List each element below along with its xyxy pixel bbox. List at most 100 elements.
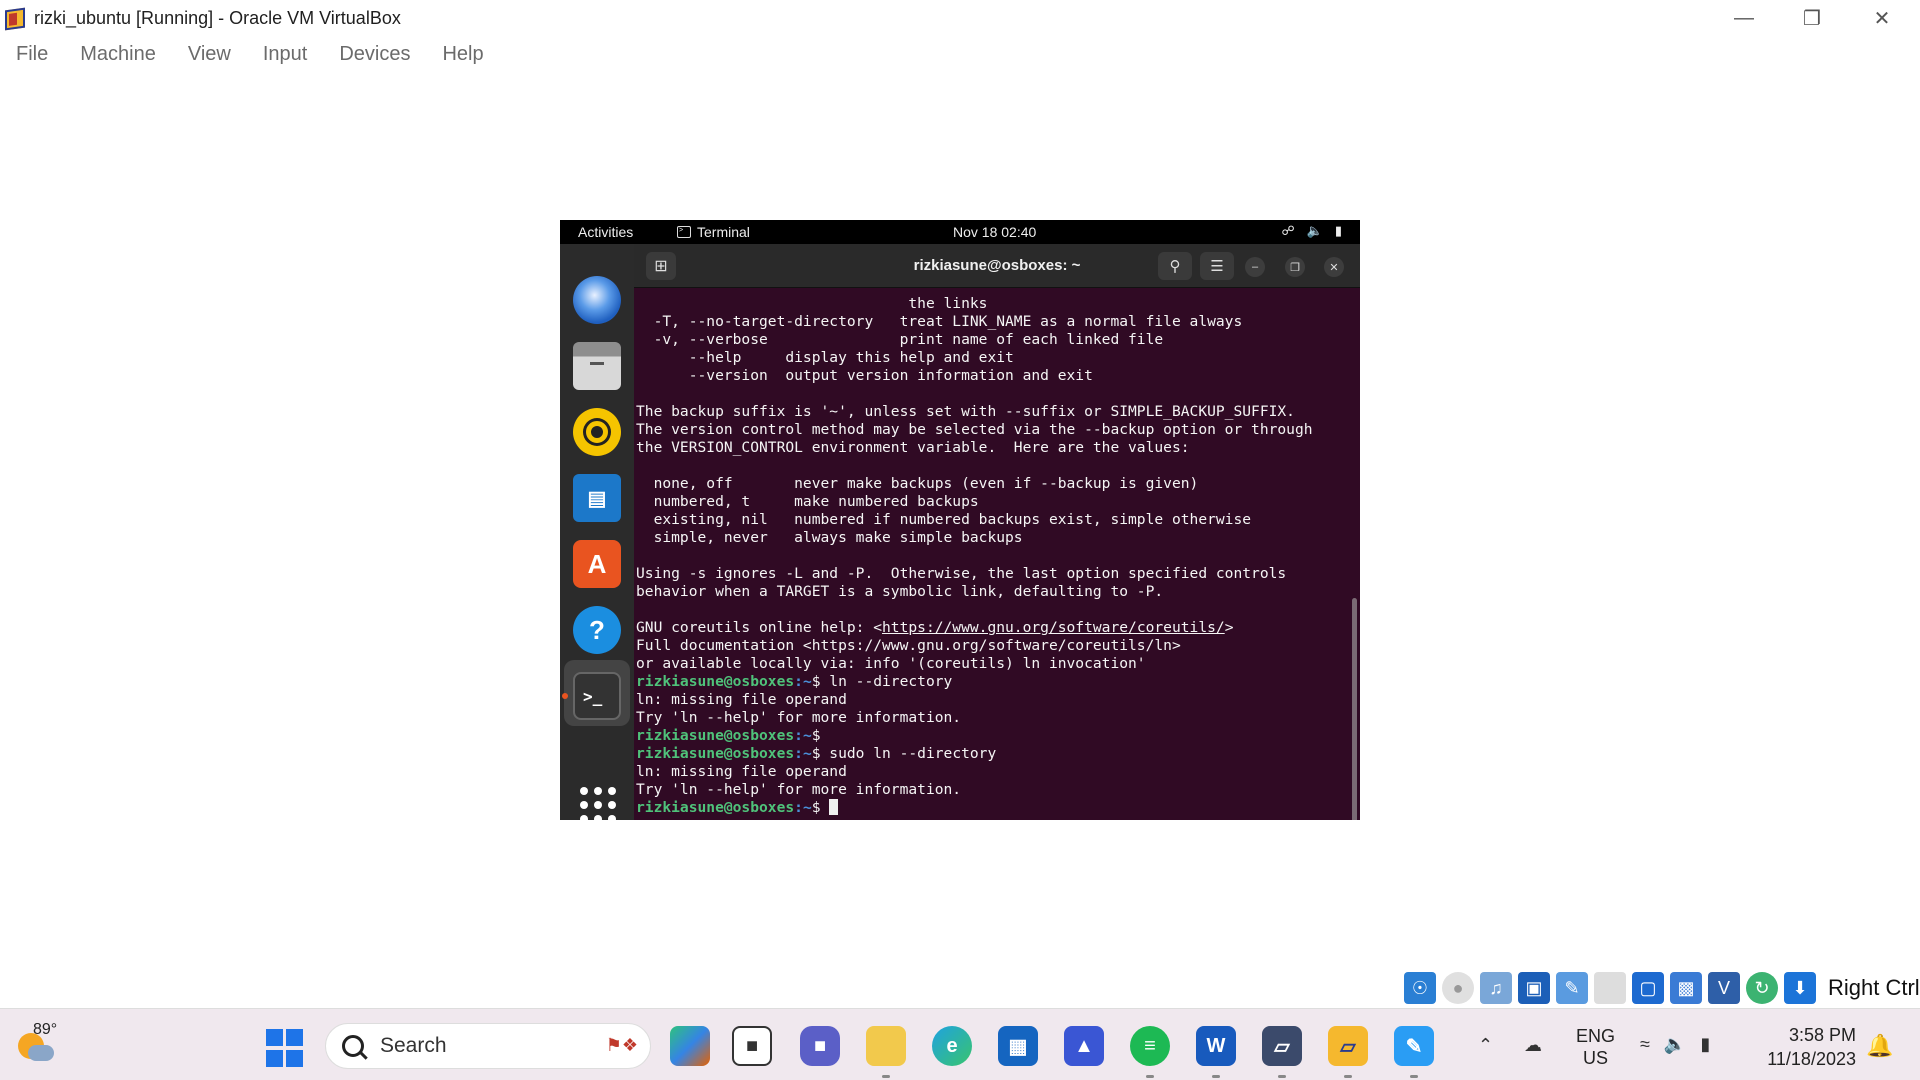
vm-display[interactable]: Activities > Terminal Nov 18 02:40 ☍ 🔈 ▮… [560,220,1360,820]
display-status-icon[interactable]: ▢ [1632,972,1664,1004]
terminal-output[interactable]: the links -T, --no-target-directory trea… [634,288,1360,820]
prompt-user: rizkiasune@osboxes [636,727,795,744]
window-title: rizki_ubuntu [Running] - Oracle VM Virtu… [34,7,401,28]
weather-temperature[interactable]: 89° [33,1021,57,1039]
topbar-app-menu[interactable]: > Terminal [677,224,750,240]
show-apps-grid-icon[interactable] [580,787,616,820]
search-icon[interactable]: ⚲ [1158,252,1192,280]
vbox-status-bar: ☉ ● ♫ ▣ ✎ ▢ ▩ V ↻ ⬇ Right Ctrl [1404,970,1920,1006]
terminal-line: GNU coreutils online help: <https://www.… [636,619,1360,637]
audio-status-icon[interactable]: ♫ [1480,972,1512,1004]
hard-disk-status-icon[interactable]: ☉ [1404,972,1436,1004]
menu-help[interactable]: Help [442,43,483,66]
menu-view[interactable]: View [188,43,231,66]
terminal-text: Try 'ln --help' for more information. [636,781,962,798]
guest-clock[interactable]: Nov 18 02:40 [953,224,1036,240]
system-tray[interactable]: ≈ 🔈 ▮ [1640,1034,1710,1055]
help-icon[interactable]: ? [573,606,621,654]
taskbar-search-box[interactable]: Search ⚑❖ [325,1023,651,1069]
clock-time: 3:58 PM [1788,1025,1856,1045]
word-running-indicator [1212,1075,1220,1078]
terminal-text: or available locally via: info '(coreuti… [636,655,1146,672]
activities-button[interactable]: Activities [578,224,633,240]
terminal-maximize-icon[interactable]: ❐ [1285,257,1305,277]
terminal-line: rizkiasune@osboxes:~$ ln --directory [636,673,1360,691]
terminal-close-icon[interactable]: ✕ [1324,257,1344,277]
terminal-text: simple, never always make simple backups [636,529,1023,546]
terminal-line: Using -s ignores -L and -P. Otherwise, t… [636,565,1360,583]
word-icon[interactable]: W [1196,1026,1236,1066]
terminal-icon[interactable]: >_ [573,672,621,720]
virtualbox-manager-icon[interactable]: ▱ [1262,1026,1302,1066]
taskbar-clock[interactable]: 3:58 PM 11/18/2023 [1760,1023,1856,1071]
keyboard-capture-status-icon[interactable]: ⬇ [1784,972,1816,1004]
network-icon: ☍ [1281,223,1295,238]
search-highlight-icon: ⚑❖ [605,1035,638,1055]
terminal-line: existing, nil numbered if numbered backu… [636,511,1360,529]
prompt-command: $ sudo ln --directory [811,745,997,762]
terminal-line: or available locally via: info '(coreuti… [636,655,1360,673]
terminal-mini-icon: > [677,226,691,238]
terminal-text: Try 'ln --help' for more information. [636,709,962,726]
virtualbox-logo-icon [4,6,28,31]
notification-bell-icon[interactable]: 🔔 [1866,1033,1893,1059]
libreoffice-writer-icon[interactable]: ▤ [573,474,621,522]
usb-status-icon[interactable]: ✎ [1556,972,1588,1004]
wifi-icon: ≈ [1640,1034,1650,1054]
virtualbox-vm-icon[interactable]: ▱ [1328,1026,1368,1066]
task-view-icon[interactable]: ■ [732,1026,772,1066]
azure-data-icon[interactable]: ▲ [1064,1026,1104,1066]
windows-taskbar: 89° Search ⚑❖ ■ ■ e ▦ ▲ ≡ W ▱ ▱ ✎ ⌃ ☁ EN… [0,1008,1920,1080]
prompt-path: :~ [794,673,812,690]
terminal-line: ln: missing file operand [636,763,1360,781]
terminal-text: > [1224,619,1234,636]
terminal-text: the VERSION_CONTROL environment variable… [636,439,1190,456]
terminal-link[interactable]: https://www.gnu.org/software/coreutils/ [882,619,1225,636]
microsoft-store-icon[interactable]: ▦ [998,1026,1038,1066]
mouse-integration-status-icon[interactable]: ↻ [1746,972,1778,1004]
thunderbird-icon[interactable] [573,276,621,324]
rhythmbox-icon[interactable] [573,408,621,456]
terminal-line: behavior when a TARGET is a symbolic lin… [636,583,1360,601]
menu-devices[interactable]: Devices [339,43,410,66]
terminal-text: --help display this help and exit [636,349,1014,366]
minimize-icon[interactable]: — [1710,0,1778,36]
battery-icon: ▮ [1334,223,1342,238]
terminal-text: existing, nil numbered if numbered backu… [636,511,1252,528]
terminal-minimize-icon[interactable]: – [1245,257,1265,277]
copilot-icon[interactable] [670,1026,710,1066]
restore-icon[interactable]: ❐ [1778,0,1846,36]
software-center-icon[interactable]: A [573,540,621,588]
vt-x-status-icon[interactable]: V [1708,972,1740,1004]
prompt-user: rizkiasune@osboxes [636,673,795,690]
terminal-text: Full documentation <https://www.gnu.org/… [636,637,1181,654]
shared-folders-status-icon[interactable] [1594,972,1626,1004]
guest-system-menu[interactable]: ☍ 🔈 ▮ [1281,223,1342,239]
spotify-icon[interactable]: ≡ [1130,1026,1170,1066]
paint-icon[interactable]: ✎ [1394,1026,1434,1066]
menu-file[interactable]: File [16,43,48,66]
file-explorer-icon[interactable] [866,1026,906,1066]
terminal-header-bar: ⊞ rizkiasune@osboxes: ~ ⚲ ☰ – ❐ ✕ [634,244,1360,288]
terminal-scrollbar[interactable] [1352,598,1357,820]
hamburger-menu-icon[interactable]: ☰ [1200,252,1234,280]
terminal-line: --help display this help and exit [636,349,1360,367]
start-button[interactable] [266,1029,304,1067]
menu-input[interactable]: Input [263,43,307,66]
prompt-command: $ ln --directory [811,673,953,690]
files-icon[interactable] [573,342,621,390]
chevron-up-icon[interactable]: ⌃ [1478,1035,1493,1056]
language-indicator[interactable]: ENG US [1576,1025,1615,1069]
chat-icon[interactable]: ■ [800,1026,840,1066]
clock-date: 11/18/2023 [1767,1049,1856,1069]
menu-machine[interactable]: Machine [80,43,156,66]
onedrive-icon[interactable]: ☁ [1524,1035,1542,1056]
network-status-icon[interactable]: ▣ [1518,972,1550,1004]
recording-status-icon[interactable]: ▩ [1670,972,1702,1004]
edge-icon[interactable]: e [932,1026,972,1066]
close-icon[interactable]: ✕ [1848,0,1916,36]
optical-drive-status-icon[interactable]: ● [1442,972,1474,1004]
speaker-icon: 🔈 [1663,1034,1687,1054]
